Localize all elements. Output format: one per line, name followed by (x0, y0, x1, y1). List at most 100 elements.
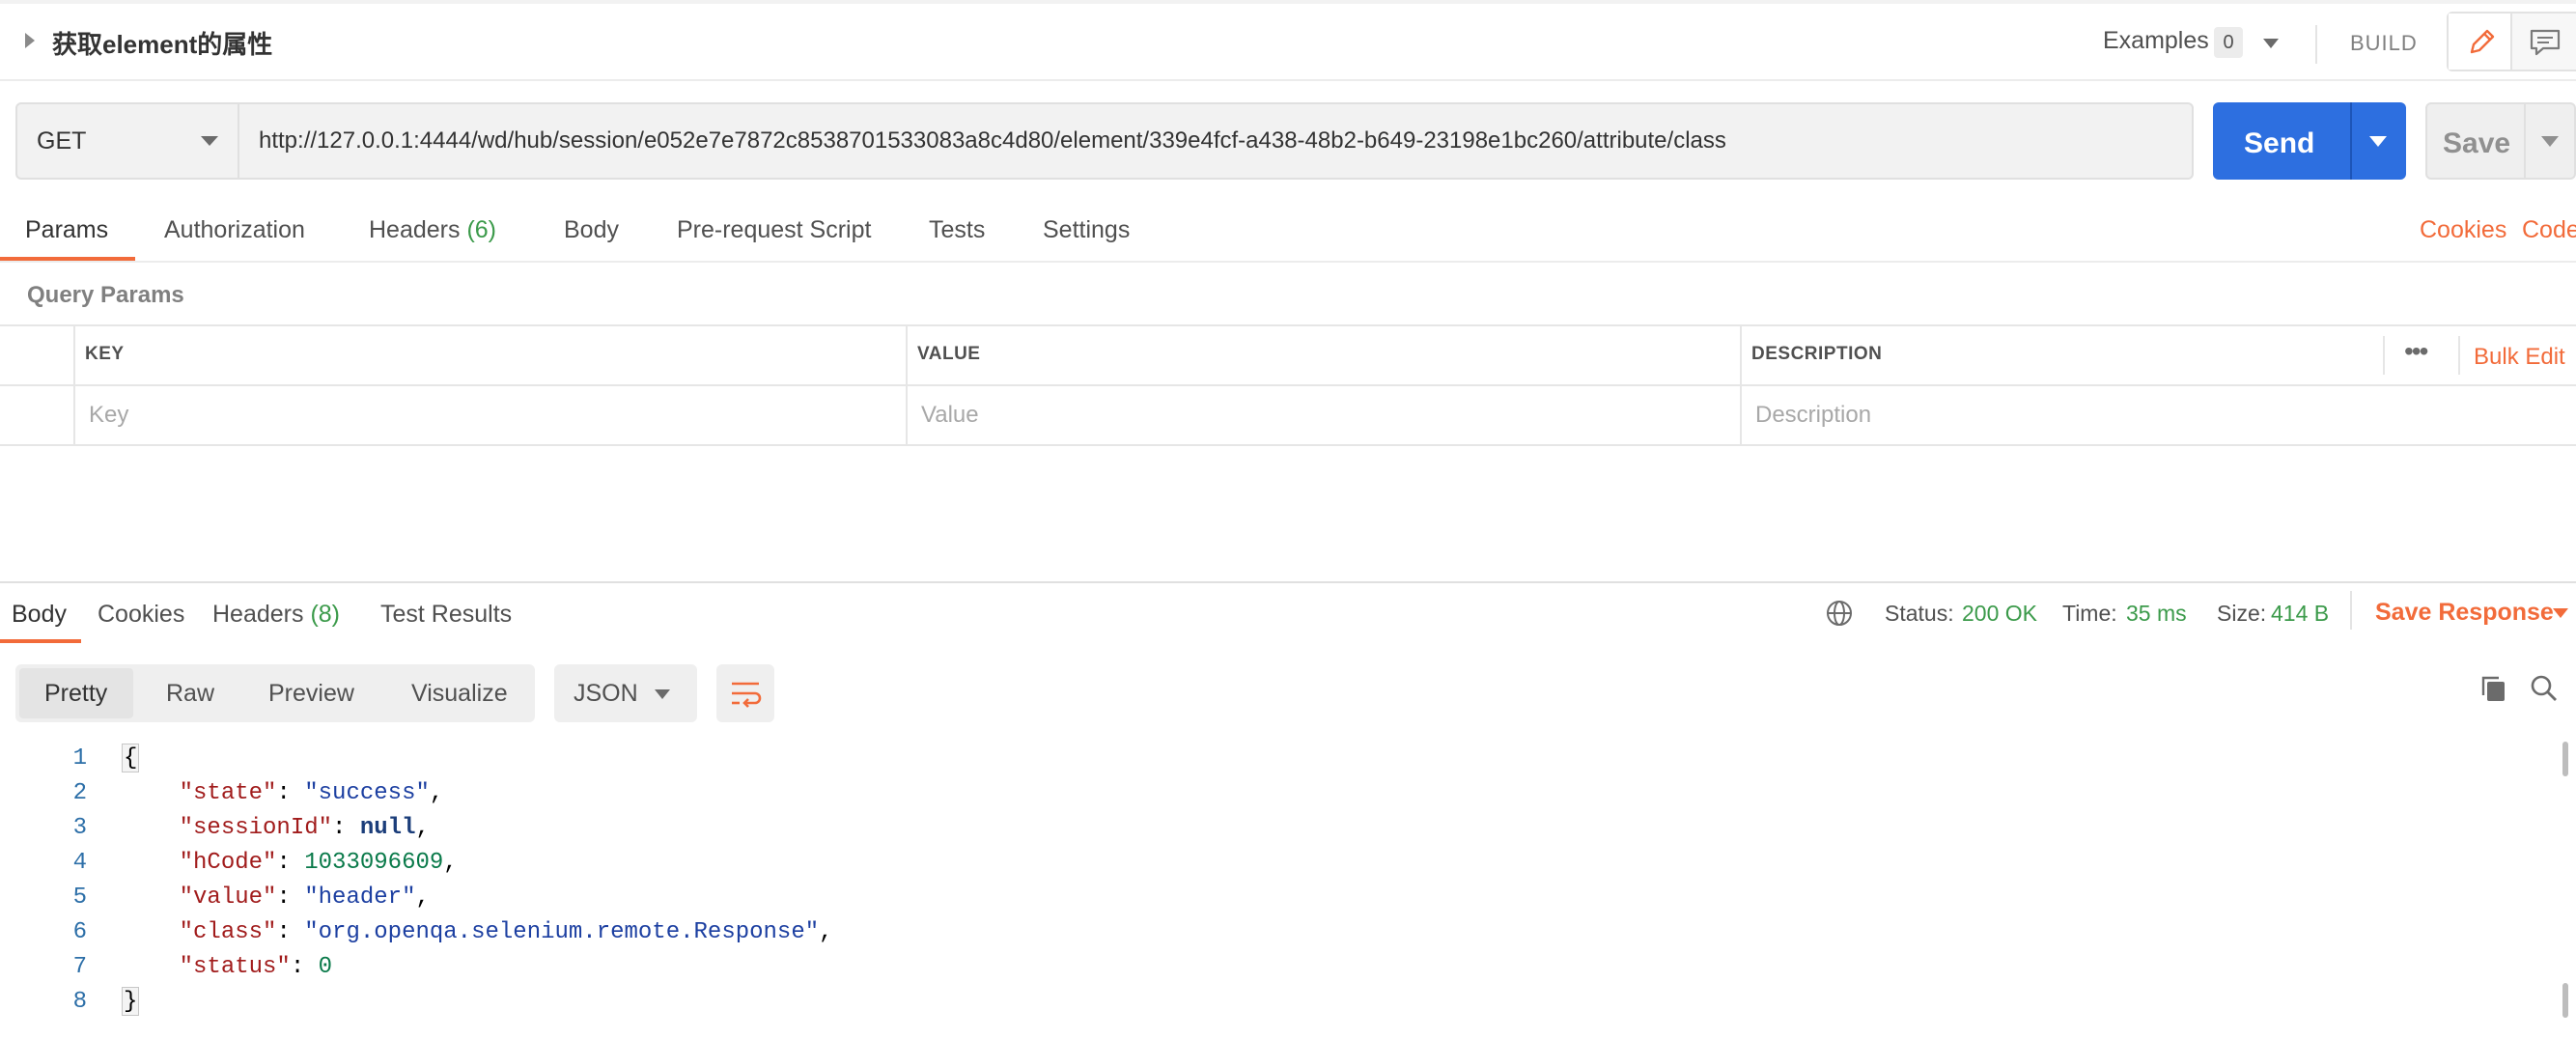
save-options-chevron-icon[interactable] (2541, 136, 2559, 147)
save-split-divider (2524, 102, 2526, 180)
tab-body[interactable]: Body (564, 216, 619, 244)
code-line: "value": "header", (179, 885, 430, 911)
code-line: } (124, 989, 137, 1015)
tab-headers-count: (6) (466, 216, 497, 243)
json-key: "value" (179, 885, 277, 911)
code-line: "class": "org.openqa.selenium.remote.Res… (179, 919, 833, 945)
pencil-icon (2470, 29, 2495, 54)
line-number: 5 (72, 885, 87, 911)
query-params-heading: Query Params (27, 282, 184, 308)
copy-icon[interactable] (2478, 672, 2510, 705)
bulk-edit-link[interactable]: Bulk Edit (2474, 344, 2565, 371)
column-divider (2383, 336, 2385, 375)
code-line: "status": 0 (179, 954, 333, 980)
table-header-divider (0, 384, 2576, 386)
send-split-divider (2350, 102, 2352, 180)
tabs-divider (0, 261, 2576, 263)
json-value: "header" (304, 885, 416, 911)
tab-settings[interactable]: Settings (1043, 216, 1130, 244)
line-number: 3 (72, 815, 87, 841)
line-number: 2 (72, 780, 87, 806)
json-brace: } (124, 989, 138, 1015)
json-key: "sessionId" (179, 815, 333, 841)
column-divider (73, 326, 75, 446)
column-header-value: VALUE (917, 344, 981, 364)
edit-button[interactable] (2449, 14, 2512, 70)
build-mode-label[interactable]: BUILD (2350, 31, 2418, 56)
description-input[interactable]: Description (1755, 402, 1871, 429)
code-line: "state": "success", (179, 780, 444, 806)
json-brace: { (124, 745, 138, 772)
more-options-icon[interactable]: ••• (2404, 336, 2428, 367)
chevron-down-icon[interactable] (2263, 39, 2279, 48)
json-key: "hCode" (179, 850, 277, 876)
value-input[interactable]: Value (921, 402, 979, 429)
response-tab-headers-count: (8) (310, 601, 341, 628)
comment-icon (2530, 29, 2561, 56)
line-number: 4 (72, 850, 87, 876)
view-raw-button[interactable]: Raw (166, 680, 214, 708)
save-button-label: Save (2443, 127, 2511, 159)
search-icon[interactable] (2528, 672, 2561, 705)
view-preview-button[interactable]: Preview (268, 680, 354, 708)
code-line: { (124, 745, 137, 772)
comment-button[interactable] (2514, 14, 2576, 70)
response-tab-test-results[interactable]: Test Results (380, 601, 512, 629)
chevron-down-icon[interactable] (2553, 608, 2568, 618)
tab-headers-label: Headers (369, 216, 461, 243)
code-link[interactable]: Code (2522, 216, 2576, 244)
globe-icon[interactable] (1825, 599, 1854, 628)
time-value: 35 ms (2126, 601, 2187, 626)
scrollbar-marker (2562, 742, 2568, 776)
send-options-chevron-icon[interactable] (2369, 136, 2387, 147)
json-key: "class" (179, 919, 277, 945)
chevron-down-icon (201, 136, 218, 146)
caret-right-icon[interactable] (25, 33, 35, 48)
divider (2315, 25, 2317, 64)
tab-tests[interactable]: Tests (929, 216, 985, 244)
json-key: "status" (179, 954, 291, 980)
tab-headers[interactable]: Headers (6) (369, 216, 496, 244)
line-number: 8 (72, 989, 87, 1015)
view-visualize-button[interactable]: Visualize (411, 680, 508, 708)
status-value: 200 OK (1962, 601, 2037, 626)
response-tab-body[interactable]: Body (12, 601, 67, 629)
code-line: "sessionId": null, (179, 815, 430, 841)
code-line: "hCode": 1033096609, (179, 850, 458, 876)
tab-authorization[interactable]: Authorization (164, 216, 305, 244)
column-divider (2458, 336, 2460, 375)
scrollbar-marker (2562, 983, 2568, 1018)
time-label: Time: (2062, 601, 2117, 626)
view-pretty-button[interactable]: Pretty (44, 680, 107, 708)
response-divider (0, 581, 2576, 583)
response-tab-headers[interactable]: Headers (8) (212, 601, 340, 629)
line-number: 1 (72, 745, 87, 772)
column-divider (1740, 326, 1742, 446)
wrap-lines-button[interactable] (716, 664, 774, 722)
save-response-button[interactable]: Save Response (2375, 599, 2554, 627)
response-tab-cookies[interactable]: Cookies (98, 601, 184, 629)
response-tab-headers-label: Headers (212, 601, 304, 628)
active-tab-indicator (0, 639, 81, 643)
cookies-link[interactable]: Cookies (2420, 216, 2506, 244)
json-value: null (359, 815, 416, 841)
request-title[interactable]: 获取element的属性 (52, 25, 272, 61)
key-input[interactable]: Key (89, 402, 128, 429)
tab-prerequest-script[interactable]: Pre-request Script (677, 216, 871, 244)
json-value: 0 (318, 954, 333, 980)
column-divider (906, 326, 908, 446)
column-header-description: DESCRIPTION (1751, 344, 1883, 364)
examples-dropdown-label[interactable]: Examples (2103, 27, 2209, 55)
tab-params[interactable]: Params (25, 216, 108, 244)
send-button-label: Send (2244, 127, 2315, 159)
divider (2350, 591, 2352, 630)
line-number: 6 (72, 919, 87, 945)
chevron-down-icon (655, 689, 670, 699)
json-value: "success" (304, 780, 430, 806)
line-number: 7 (72, 954, 87, 980)
size-value: 414 B (2271, 601, 2330, 626)
status-label: Status: (1885, 601, 1954, 626)
url-input[interactable]: http://127.0.0.1:4444/wd/hub/session/e05… (239, 102, 2194, 180)
wrap-lines-icon (732, 682, 762, 708)
format-select-label: JSON (574, 680, 638, 707)
